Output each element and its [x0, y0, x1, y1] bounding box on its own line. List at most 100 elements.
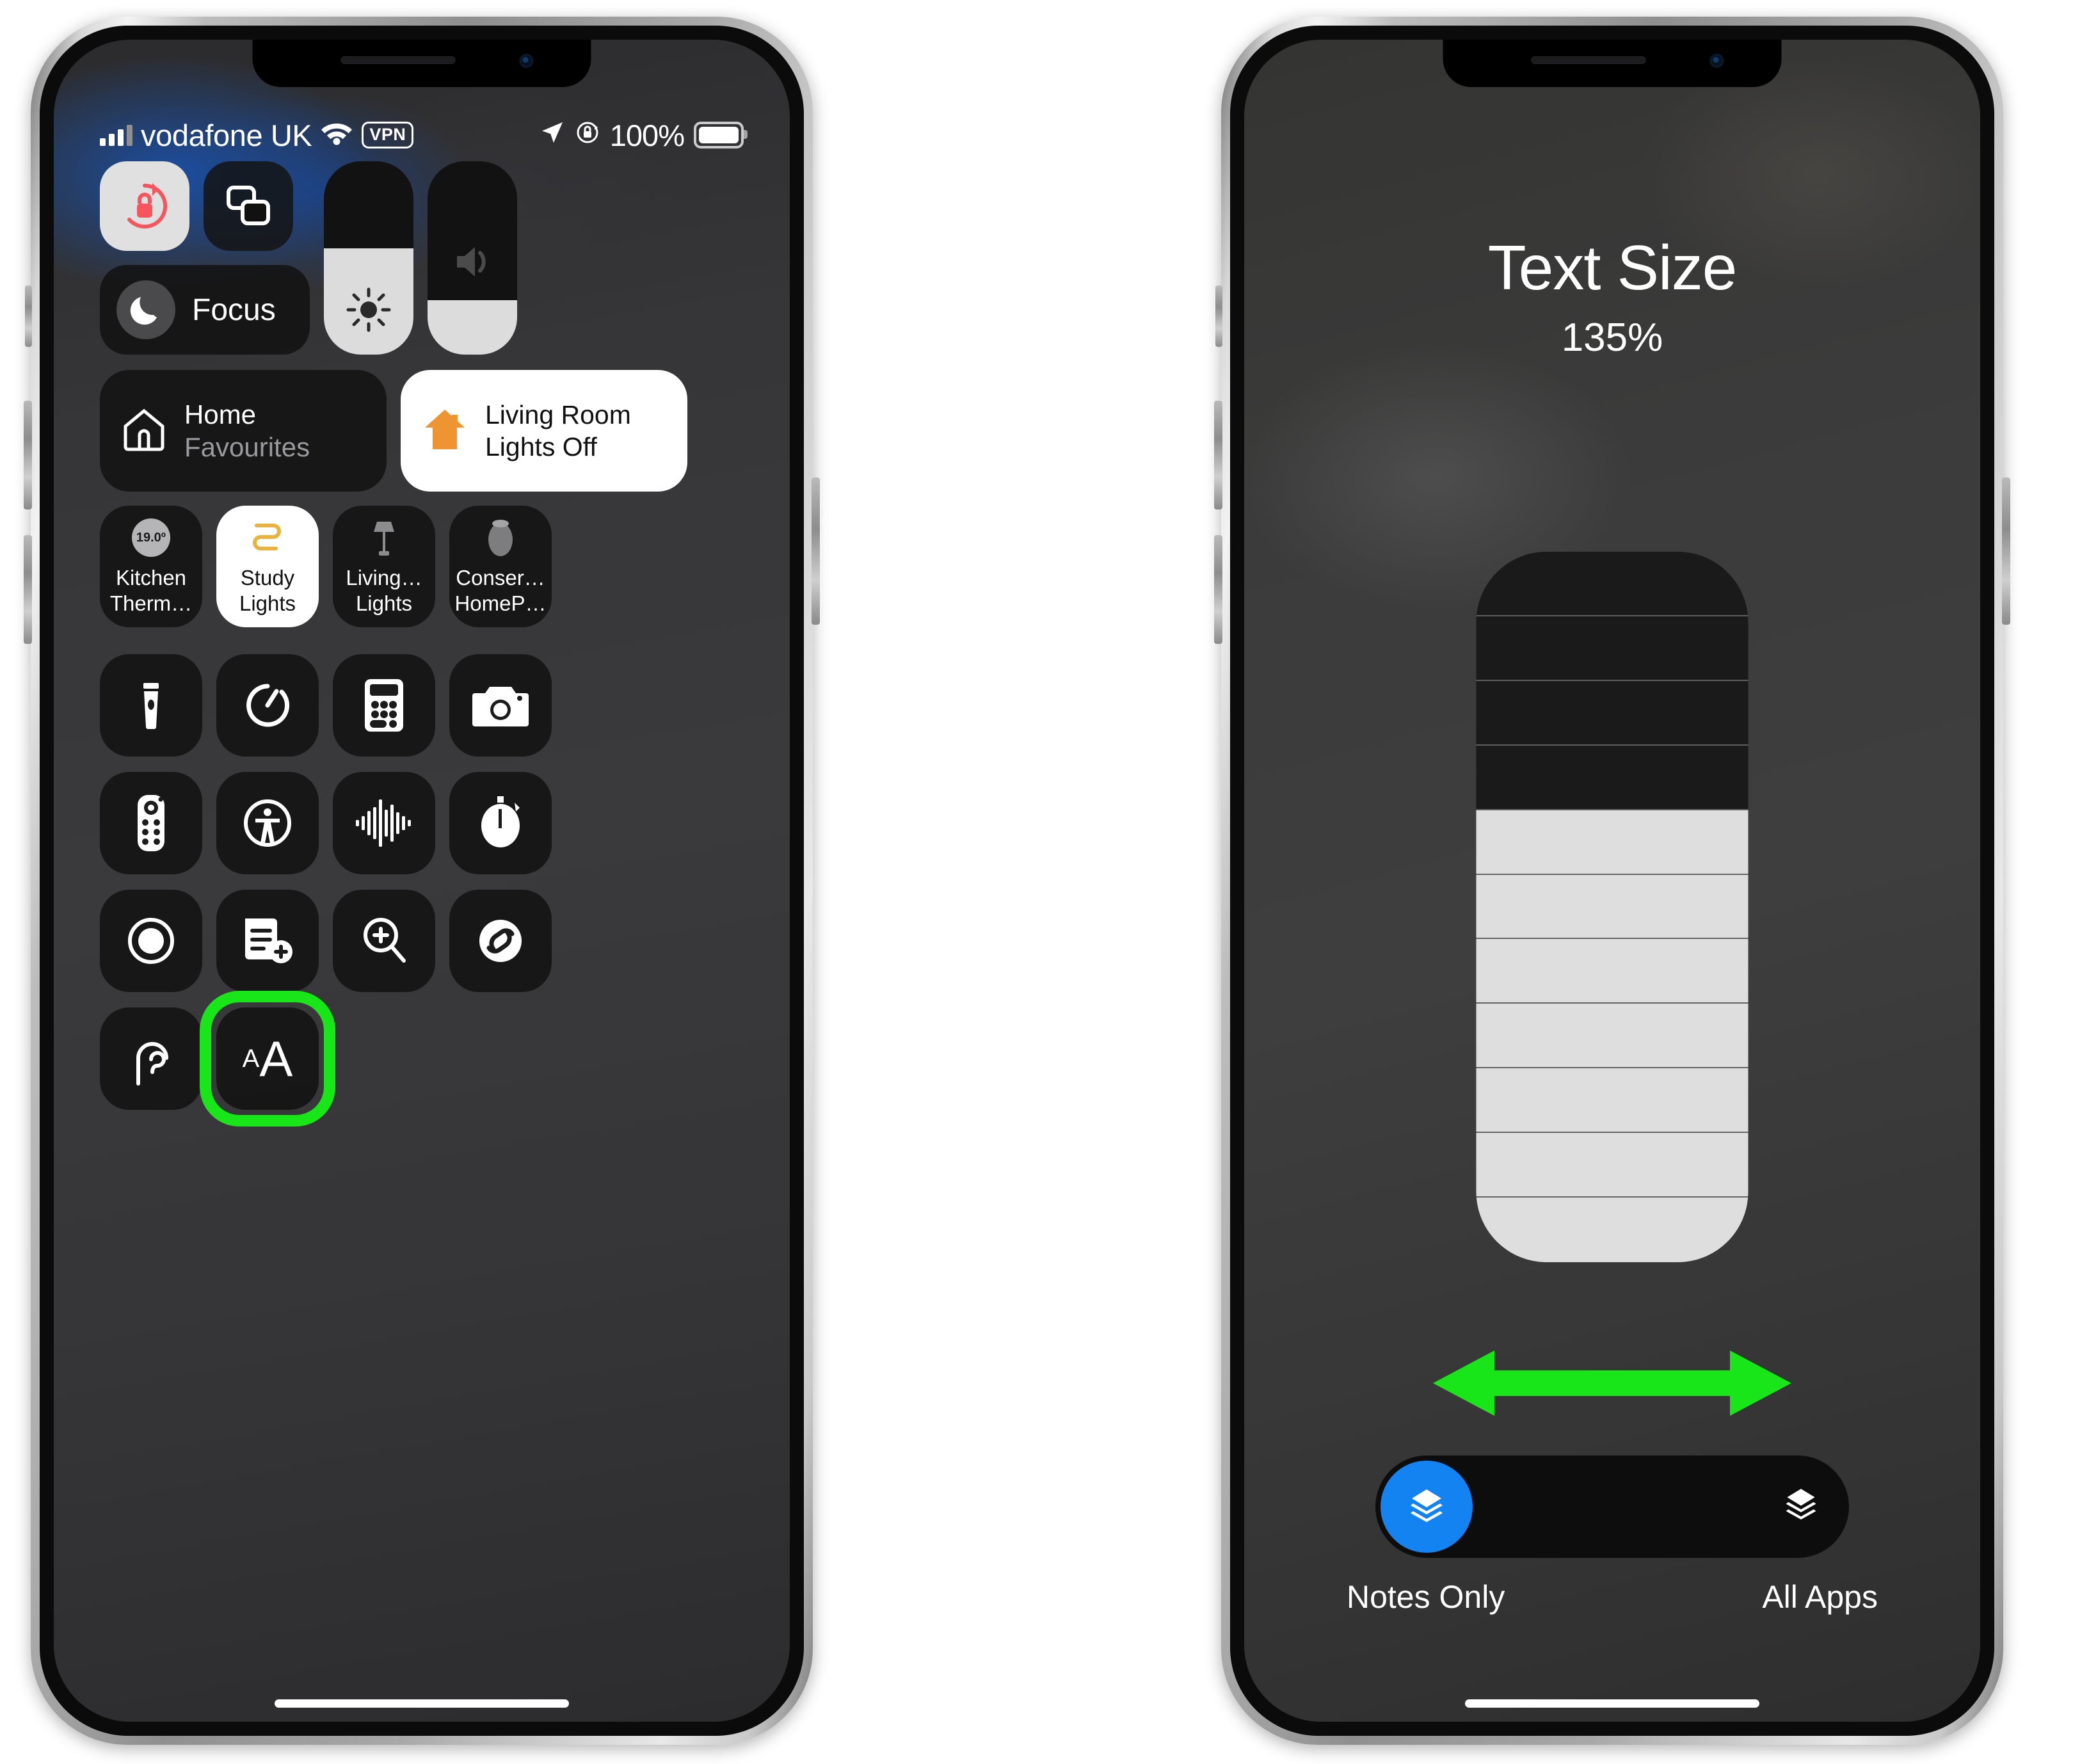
- earpiece-speaker-icon: [340, 56, 456, 64]
- focus-toggle[interactable]: Focus: [100, 265, 310, 355]
- accessibility-button[interactable]: [216, 772, 319, 874]
- right-phone-device: Text Size 135% Notes Only All Apps: [1214, 17, 2010, 1745]
- homepod-icon: [481, 517, 520, 559]
- battery-percent-label: 100%: [609, 118, 685, 152]
- text-size-slider-segment[interactable]: [1476, 1198, 1749, 1262]
- scope-toggle[interactable]: [1375, 1455, 1849, 1558]
- wifi-icon: [320, 118, 353, 152]
- rotation-lock-icon: [575, 118, 600, 152]
- accessory-label-line1: Conser…: [456, 566, 545, 590]
- home-tiles-row: Home Favourites Living Room Lights Off: [100, 370, 744, 492]
- accessory-label-line1: Study: [240, 566, 295, 590]
- text-size-highlight: AA: [200, 991, 335, 1127]
- volume-up-button[interactable]: [1214, 401, 1222, 509]
- signal-bars-icon: [100, 124, 132, 146]
- sound-recognition-button[interactable]: [333, 772, 435, 874]
- power-button[interactable]: [812, 477, 820, 625]
- light-strip-icon: [246, 517, 289, 559]
- scope-label-left[interactable]: Notes Only: [1347, 1578, 1505, 1616]
- speaker-icon: [428, 242, 517, 282]
- earpiece-speaker-icon: [1531, 56, 1646, 64]
- page-title: Text Size: [1487, 232, 1738, 303]
- thermostat-value: 19.0º: [132, 518, 170, 557]
- home-indicator[interactable]: [275, 1699, 569, 1708]
- timer-button[interactable]: [216, 654, 319, 757]
- accessory-conservatory-homepod[interactable]: Conser… HomeP…: [449, 506, 552, 627]
- focus-label: Focus: [192, 293, 276, 327]
- house-filled-icon: [420, 405, 470, 458]
- scope-toggle-knob[interactable]: [1381, 1461, 1473, 1553]
- screen-mirroring-toggle[interactable]: [204, 161, 293, 251]
- volume-down-button[interactable]: [1214, 535, 1222, 644]
- notch: [1443, 40, 1782, 87]
- living-room-title: Living Room: [485, 399, 631, 429]
- text-size-slider-segment[interactable]: [1476, 939, 1749, 1004]
- battery-icon: [694, 122, 748, 148]
- control-grid-row-1: [100, 654, 744, 757]
- accessory-living-lights[interactable]: Living… Lights: [333, 506, 435, 627]
- camera-button[interactable]: [449, 654, 552, 757]
- text-size-slider-segment[interactable]: [1476, 1068, 1749, 1134]
- accessory-label-line1: Kitchen: [115, 566, 187, 590]
- magnifier-button[interactable]: [333, 890, 435, 992]
- home-tile-title: Home: [184, 399, 257, 429]
- text-size-slider-segment[interactable]: [1476, 552, 1749, 616]
- accessories-row: 19.0º Kitchen Therm… Study Lights Living…: [100, 506, 744, 627]
- status-bar: vodafone UK VPN 100%: [54, 115, 790, 155]
- home-favourites-tile[interactable]: Home Favourites: [100, 370, 387, 492]
- text-size-value: 135%: [1561, 316, 1663, 360]
- volume-fill: [428, 300, 517, 355]
- text-size-slider-segment[interactable]: [1476, 681, 1749, 746]
- text-size-slider-segment[interactable]: [1476, 1004, 1749, 1069]
- calculator-button[interactable]: [333, 654, 435, 757]
- text-size-button[interactable]: AA: [216, 1007, 319, 1110]
- shazam-button[interactable]: [449, 890, 552, 992]
- left-phone-device: vodafone UK VPN 100% Focus Home Favourit…: [24, 17, 820, 1745]
- sun-icon: [324, 287, 413, 333]
- text-size-slider-segment[interactable]: [1476, 1133, 1749, 1198]
- vpn-badge: VPN: [362, 122, 414, 148]
- mute-switch[interactable]: [1215, 285, 1222, 347]
- accessory-label-line1: Living…: [346, 566, 422, 590]
- volume-slider[interactable]: [428, 161, 517, 355]
- text-size-slider[interactable]: [1476, 552, 1749, 1262]
- right-phone-bezel: Text Size 135% Notes Only All Apps: [1230, 26, 1994, 1736]
- accessory-kitchen-thermostat[interactable]: 19.0º Kitchen Therm…: [100, 506, 202, 627]
- apple-tv-remote-button[interactable]: [100, 772, 202, 874]
- power-button[interactable]: [2002, 477, 2010, 625]
- screenshot-stage: vodafone UK VPN 100% Focus Home Favourit…: [0, 0, 2073, 1764]
- accessory-label-line2: Lights: [355, 591, 413, 615]
- brightness-slider[interactable]: [324, 161, 413, 355]
- text-size-slider-segment[interactable]: [1476, 874, 1749, 940]
- accessory-label-line2: Lights: [239, 591, 296, 615]
- connectivity-and-sliders-group: Focus: [100, 161, 744, 355]
- control-grid-row-3: [100, 890, 744, 992]
- living-room-subtitle: Lights Off: [485, 432, 597, 461]
- accessory-label-line2: Therm…: [109, 591, 193, 615]
- mute-switch[interactable]: [25, 285, 32, 347]
- scope-label-right[interactable]: All Apps: [1762, 1578, 1878, 1616]
- accessory-study-lights[interactable]: Study Lights: [216, 506, 319, 627]
- volume-down-button[interactable]: [24, 535, 32, 644]
- text-size-slider-segment[interactable]: [1476, 746, 1749, 810]
- quick-note-button[interactable]: [216, 890, 319, 992]
- hearing-button[interactable]: [100, 1007, 202, 1110]
- floor-lamp-icon: [364, 517, 404, 559]
- text-size-slider-segment[interactable]: [1476, 616, 1749, 681]
- volume-up-button[interactable]: [24, 401, 32, 509]
- control-grid-row-2: [100, 772, 744, 874]
- home-indicator[interactable]: [1465, 1699, 1759, 1708]
- accessory-label-line2: HomeP…: [454, 591, 547, 615]
- moon-icon: [116, 280, 175, 339]
- living-room-lights-tile[interactable]: Living Room Lights Off: [401, 370, 687, 492]
- text-size-large-a: A: [259, 1030, 293, 1087]
- flashlight-button[interactable]: [100, 654, 202, 757]
- stopwatch-button[interactable]: [449, 772, 552, 874]
- rotation-lock-toggle[interactable]: [100, 161, 189, 251]
- stack-outline-icon[interactable]: [1781, 1486, 1821, 1528]
- text-size-slider-segment[interactable]: [1476, 810, 1749, 875]
- text-size-small-a: A: [242, 1044, 260, 1073]
- left-phone-bezel: vodafone UK VPN 100% Focus Home Favourit…: [40, 26, 804, 1736]
- home-tile-subtitle: Favourites: [184, 432, 310, 462]
- screen-record-button[interactable]: [100, 890, 202, 992]
